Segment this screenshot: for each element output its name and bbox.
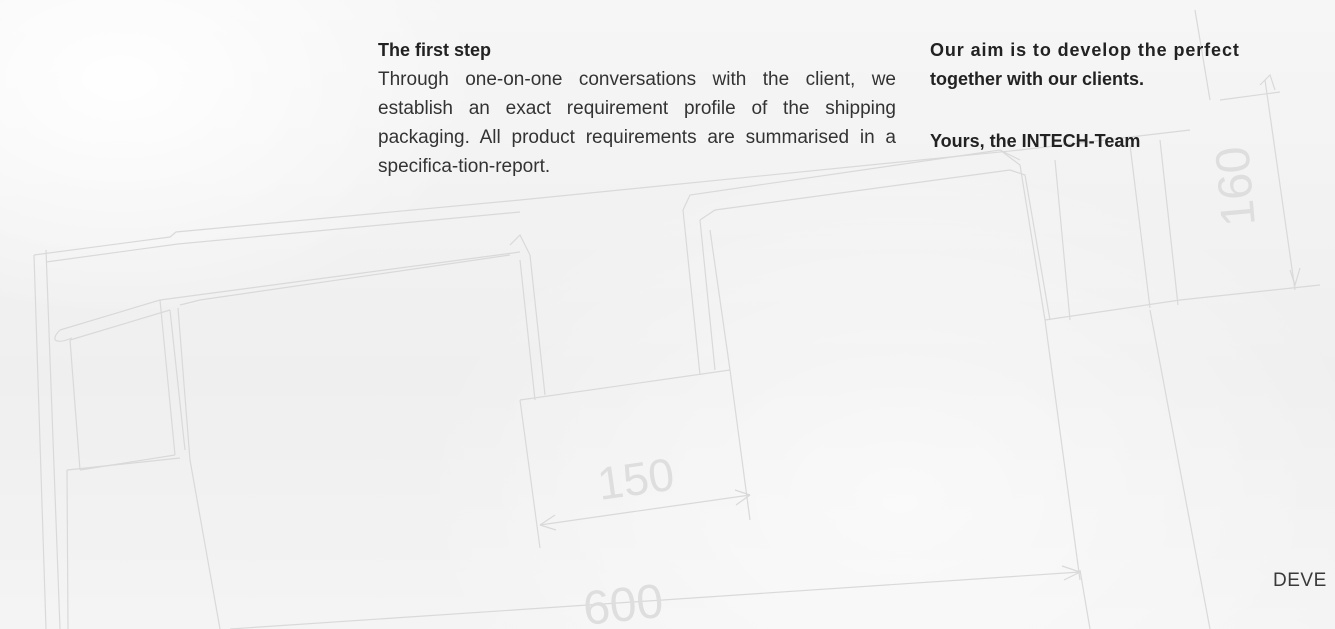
dimension-label-160: 160	[1206, 144, 1266, 228]
aim-line-2: together with our clients.	[930, 69, 1145, 89]
team-signature: Yours, the INTECH-Team	[930, 131, 1141, 151]
aim-line-1: Our aim is to develop the perfect	[930, 40, 1240, 60]
first-step-paragraph: Through one-on-one conversations with th…	[378, 69, 896, 177]
aim-section: Our aim is to develop the perfect togeth…	[930, 36, 1335, 156]
dimension-label-150: 150	[594, 448, 677, 510]
section-label-deve: DEVE	[1273, 570, 1327, 591]
first-step-section: The first step Through one-on-one conver…	[378, 36, 896, 181]
first-step-heading: The first step	[378, 40, 492, 60]
dimension-label-600: 600	[581, 575, 666, 629]
